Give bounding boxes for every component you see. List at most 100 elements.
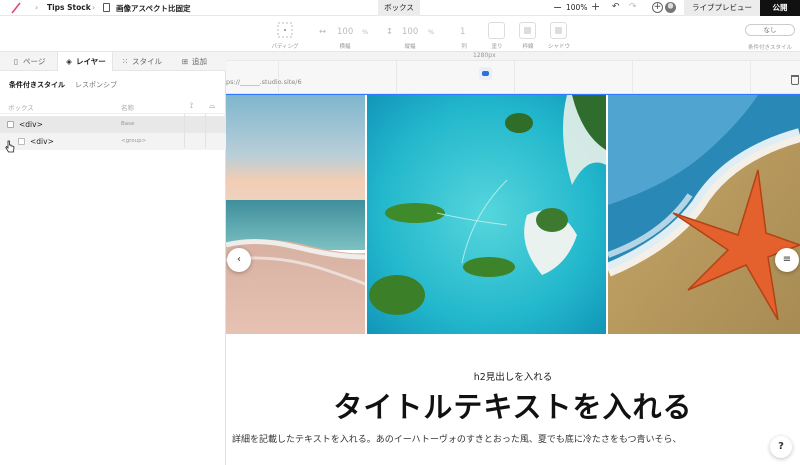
hand-cursor-icon xyxy=(5,140,15,153)
undo-icon[interactable]: ↶ xyxy=(612,2,620,12)
canvas-ruler: 1280px xyxy=(226,52,800,61)
border-swatch[interactable] xyxy=(519,22,536,39)
zoom-out-icon[interactable]: − xyxy=(553,1,562,14)
starfish-photo[interactable] xyxy=(608,95,800,334)
link-icon[interactable]: ⟟ xyxy=(190,101,193,111)
conditional-style-select[interactable]: なし xyxy=(745,24,795,36)
grid-line xyxy=(750,61,751,94)
height-value[interactable]: 100 xyxy=(402,27,418,37)
canvas-width-label: 1280px xyxy=(473,52,496,59)
padding-control[interactable]: パディング xyxy=(265,16,305,52)
tab-page-label: ページ xyxy=(23,57,46,66)
height-control[interactable]: ↕ 100 % 縦幅 xyxy=(380,16,440,52)
columns-control[interactable]: 1 列 xyxy=(452,16,476,52)
layer-row[interactable]: <div> Base xyxy=(0,116,226,133)
layer-tag: Base xyxy=(121,121,135,127)
border-control[interactable]: 枠線 xyxy=(516,16,540,52)
grid-line xyxy=(396,61,397,94)
conditional-style-label: 条件付きスタイル xyxy=(747,45,792,51)
page-icon: ▯ xyxy=(13,57,19,66)
beach-photo[interactable] xyxy=(226,95,365,334)
layer-checkbox[interactable] xyxy=(18,138,25,145)
image-gallery: ‹ ≡ xyxy=(226,94,800,334)
tab-layers-label: レイヤー xyxy=(76,57,106,66)
height-unit: % xyxy=(428,28,435,36)
tab-style[interactable]: ⁙ スタイル xyxy=(121,52,162,71)
body-text[interactable]: 詳細を記載したテキストを入れる。あのイーハトーヴォのすきとおった風、夏でも底に冷… xyxy=(232,432,681,445)
column-divider xyxy=(184,114,185,148)
text-section: h2見出しを入れる タイトルテキストを入れる 詳細を記載したテキストを入れる。あ… xyxy=(226,334,800,465)
visibility-icon[interactable]: ⌓ xyxy=(209,101,215,111)
fill-label: 塗り xyxy=(491,44,503,50)
grid-line xyxy=(632,61,633,94)
panel-subtabs: 条件付きスタイル レスポンシブ xyxy=(0,77,226,91)
project-name[interactable]: Tips Stock xyxy=(47,3,91,12)
studio-logo-icon[interactable] xyxy=(10,2,22,14)
height-label: 縦幅 xyxy=(404,44,416,50)
style-icon: ⁙ xyxy=(121,57,129,66)
page-url[interactable]: ps://______.studio.site/6 xyxy=(226,78,302,86)
layer-name: <div> xyxy=(19,120,43,129)
fill-swatch[interactable] xyxy=(488,22,505,39)
layer-tag: <group> xyxy=(121,138,147,144)
height-arrow-icon: ↕ xyxy=(386,27,394,37)
subtab-responsive[interactable]: レスポンシブ xyxy=(75,80,117,90)
page-icon xyxy=(103,3,110,12)
subtab-conditional-style[interactable]: 条件付きスタイル xyxy=(9,80,65,90)
shadow-label: シャドウ xyxy=(547,44,570,50)
layers-icon: ◈ xyxy=(66,57,72,66)
width-label: 横幅 xyxy=(339,44,351,50)
fill-control[interactable]: 塗り xyxy=(486,16,508,52)
add-icon: ⊞ xyxy=(181,57,189,66)
help-button[interactable]: ? xyxy=(770,436,792,458)
width-control[interactable]: ↔ 100 % 横幅 xyxy=(315,16,375,52)
breadcrumb-separator-icon: › xyxy=(92,3,96,12)
left-panel: ▯ ページ ◈ レイヤー ⁙ スタイル ⊞ 追加 条件付きスタイル レスポンシブ ボック… xyxy=(0,52,226,465)
tab-layers[interactable]: ◈ レイヤー xyxy=(57,52,113,71)
aerial-islands-photo[interactable] xyxy=(367,95,606,334)
shadow-swatch[interactable] xyxy=(550,22,567,39)
style-toolbar: パディング ↔ 100 % 横幅 ↕ 100 % 縦幅 1 列 塗り 枠線 シャ… xyxy=(0,16,800,52)
redo-icon[interactable]: ↷ xyxy=(629,2,637,12)
breadcrumb-separator-icon: › xyxy=(35,3,39,12)
top-bar: › Tips Stock › 画像アスペクト比固定 ボックス − 100% + … xyxy=(0,0,800,16)
publish-button[interactable]: 公開 xyxy=(760,0,800,16)
columns-value[interactable]: 1 xyxy=(460,27,465,37)
canvas: 1280px ps://______.studio.site/6 ‹ ≡ h2見… xyxy=(226,52,800,465)
columns-label: 列 xyxy=(461,44,467,50)
layer-checkbox[interactable] xyxy=(7,121,14,128)
live-preview-button[interactable]: ライブプレビュー xyxy=(684,0,760,16)
tab-add-label: 追加 xyxy=(192,57,207,66)
avatar[interactable] xyxy=(665,2,676,13)
column-divider xyxy=(205,114,206,148)
layer-name: <div> xyxy=(30,137,54,146)
column-box: ボックス xyxy=(8,104,34,112)
zoom-level[interactable]: 100% xyxy=(566,3,587,12)
add-member-icon[interactable]: + xyxy=(652,2,663,13)
link-icon[interactable] xyxy=(479,67,492,80)
zoom-in-icon[interactable]: + xyxy=(591,0,600,13)
padding-label: パディング xyxy=(271,44,299,50)
gallery-prev-button[interactable]: ‹ xyxy=(227,248,251,272)
page-name[interactable]: 画像アスペクト比固定 xyxy=(116,3,190,14)
tab-add[interactable]: ⊞ 追加 xyxy=(181,52,207,71)
page-title[interactable]: タイトルテキストを入れる xyxy=(226,384,800,426)
tab-page[interactable]: ▯ ページ xyxy=(12,52,45,71)
gallery-menu-button[interactable]: ≡ xyxy=(775,248,799,272)
h2-heading[interactable]: h2見出しを入れる xyxy=(226,369,800,383)
width-value[interactable]: 100 xyxy=(337,27,353,37)
border-label: 枠線 xyxy=(522,44,534,50)
width-arrow-icon: ↔ xyxy=(319,27,327,37)
column-name: 名称 xyxy=(121,104,134,112)
trash-icon[interactable] xyxy=(791,75,799,85)
shadow-control[interactable]: シャドウ xyxy=(546,16,572,52)
grid-line xyxy=(514,61,515,94)
tab-style-label: スタイル xyxy=(132,57,162,66)
selected-element-tab[interactable]: ボックス xyxy=(378,0,420,16)
panel-tabs: ▯ ページ ◈ レイヤー ⁙ スタイル ⊞ 追加 xyxy=(0,52,226,71)
page-url-bar: ps://______.studio.site/6 xyxy=(226,61,800,94)
width-unit: % xyxy=(362,28,369,36)
layer-columns-header: ボックス 名称 ⟟ ⌓ xyxy=(0,100,226,114)
layer-row[interactable]: <div> <group> xyxy=(0,133,226,150)
padding-icon xyxy=(277,22,293,38)
